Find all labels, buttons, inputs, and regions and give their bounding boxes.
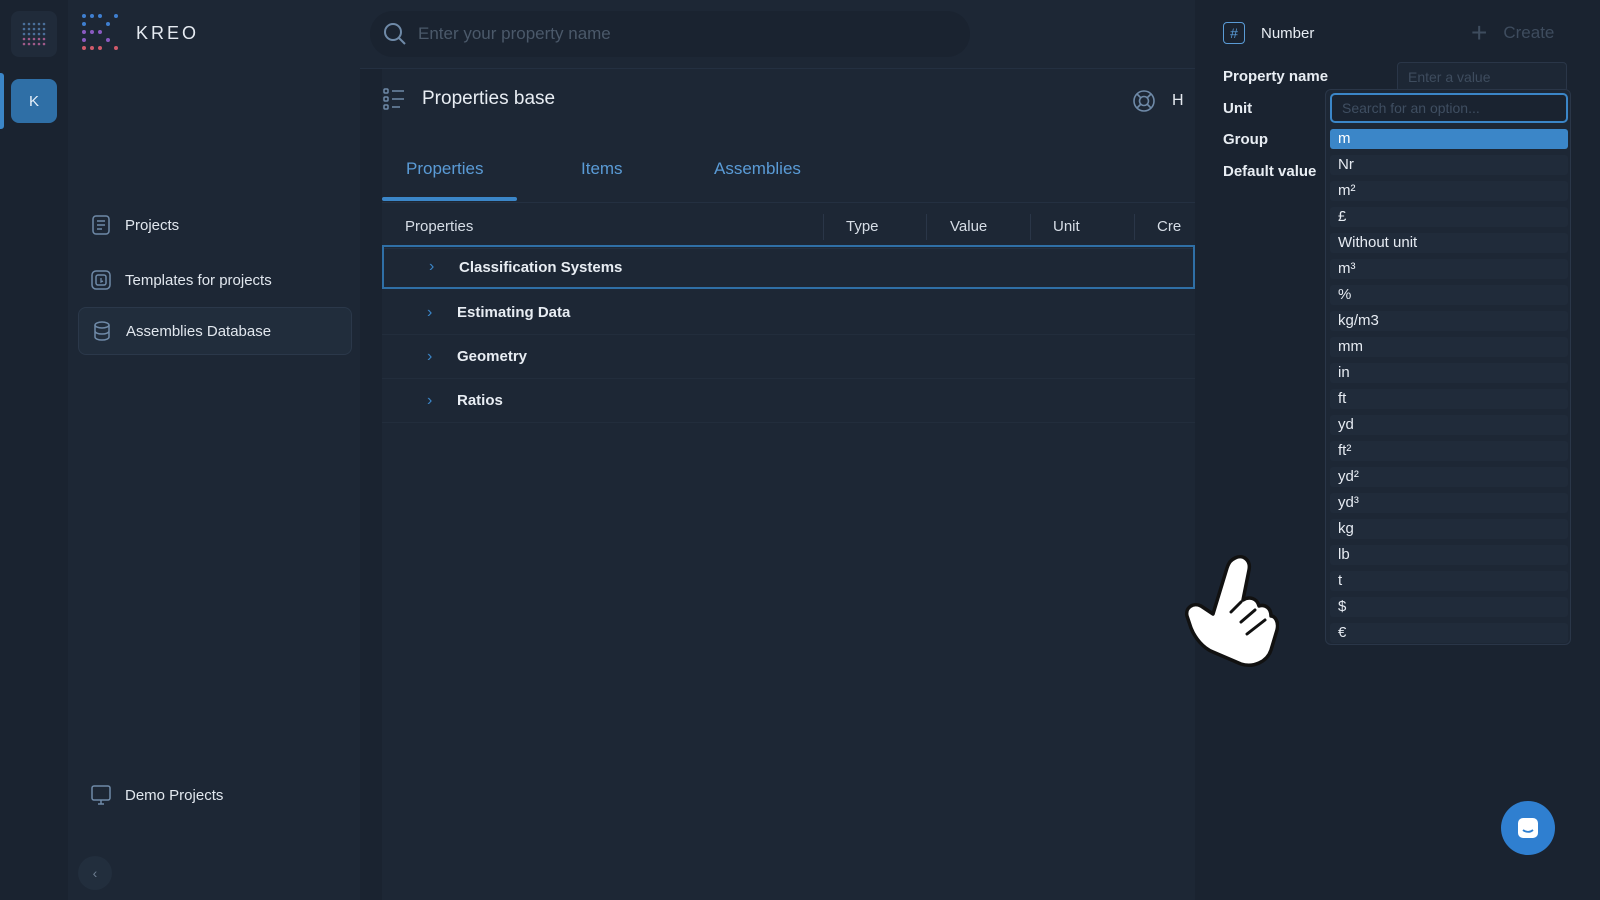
table-header: Properties Type Value Unit Cre <box>382 204 1195 249</box>
property-search[interactable] <box>370 11 970 57</box>
properties-panel: Properties base H Properties Items Assem… <box>382 69 1195 900</box>
unit-dropdown: m Nr m² £ Without unit m³ % kg/m3 mm in … <box>1325 89 1571 645</box>
unit-option-yd2[interactable]: yd² <box>1330 467 1568 487</box>
chevron-left-icon: ‹ <box>92 865 98 881</box>
database-icon <box>94 321 110 341</box>
hand-cursor-icon <box>1184 555 1279 667</box>
active-indicator <box>0 73 4 129</box>
column-divider <box>926 214 927 240</box>
unit-label: Unit <box>1223 100 1253 117</box>
tab-assemblies[interactable]: Assemblies <box>714 159 801 179</box>
sidebar-item-label: Projects <box>125 216 180 234</box>
group-name: Ratios <box>457 392 503 409</box>
default-value-label: Default value <box>1223 163 1317 180</box>
create-label: Create <box>1503 23 1555 42</box>
workspace-avatar[interactable]: K <box>11 79 57 123</box>
unit-option-kg[interactable]: kg <box>1330 519 1568 539</box>
column-divider <box>1030 214 1031 240</box>
tab-properties[interactable]: Properties <box>406 159 483 179</box>
sidebar-item-projects[interactable]: Projects <box>78 201 352 249</box>
table-row[interactable]: › Classification Systems <box>382 245 1195 289</box>
unit-option-kg-m3[interactable]: kg/m3 <box>1330 311 1568 331</box>
search-input[interactable] <box>418 24 938 44</box>
unit-option-pound[interactable]: £ <box>1330 207 1568 227</box>
apps-grid-button[interactable] <box>11 11 57 57</box>
templates-icon <box>91 270 111 290</box>
lifebuoy-icon <box>1133 90 1155 112</box>
help-button[interactable]: H <box>1132 89 1184 113</box>
page-header: Properties base <box>382 87 555 111</box>
tab-items[interactable]: Items <box>581 159 623 179</box>
column-header-properties[interactable]: Properties <box>405 218 473 235</box>
unit-option-euro[interactable]: € <box>1330 623 1568 643</box>
column-header-unit[interactable]: Unit <box>1053 218 1080 235</box>
list-icon <box>383 88 404 110</box>
sidebar-item-demo-projects[interactable]: Demo Projects <box>78 771 352 819</box>
table-row[interactable]: › Ratios <box>382 379 1195 423</box>
hash-icon: # <box>1223 22 1245 44</box>
unit-option-m3[interactable]: m³ <box>1330 259 1568 279</box>
chevron-right-icon[interactable]: › <box>427 304 443 322</box>
plus-icon: + <box>1471 17 1488 48</box>
sidebar-item-label: Assemblies Database <box>126 322 272 340</box>
content-area: Properties base H Properties Items Assem… <box>360 69 1195 900</box>
grid-icon <box>22 22 46 46</box>
column-header-value[interactable]: Value <box>950 218 987 235</box>
brand-name: KREO <box>136 22 200 43</box>
property-type-label: Number <box>1261 24 1315 42</box>
column-divider <box>1134 214 1135 240</box>
support-chat-button[interactable] <box>1501 801 1555 855</box>
create-property-panel: # Number + Create Property name Unit Gro… <box>1195 0 1600 900</box>
unit-search-input[interactable] <box>1330 93 1568 123</box>
unit-option-m[interactable]: m <box>1330 129 1568 149</box>
unit-option-without-unit[interactable]: Without unit <box>1330 233 1568 253</box>
group-name: Classification Systems <box>459 258 623 276</box>
unit-option-mm[interactable]: mm <box>1330 337 1568 357</box>
group-name: Geometry <box>457 348 528 365</box>
unit-option-ft[interactable]: ft <box>1330 389 1568 409</box>
tab-bar: Properties Items Assemblies <box>382 145 1195 203</box>
column-header-created[interactable]: Cre <box>1157 218 1181 235</box>
table-row[interactable]: › Estimating Data <box>382 291 1195 335</box>
unit-option-yd3[interactable]: yd³ <box>1330 493 1568 513</box>
help-label: H <box>1172 92 1184 109</box>
unit-option-t[interactable]: t <box>1330 571 1568 591</box>
chevron-right-icon[interactable]: › <box>427 392 443 410</box>
document-icon <box>92 215 110 235</box>
unit-option-yd[interactable]: yd <box>1330 415 1568 435</box>
unit-option-percent[interactable]: % <box>1330 285 1568 305</box>
chevron-right-icon[interactable]: › <box>429 258 445 276</box>
active-tab-indicator <box>382 197 517 201</box>
table-row[interactable]: › Geometry <box>382 335 1195 379</box>
app-rail: K <box>0 0 68 900</box>
create-button[interactable]: + Create <box>1471 17 1555 48</box>
main-area: Properties base H Properties Items Assem… <box>360 0 1195 900</box>
unit-option-m2[interactable]: m² <box>1330 181 1568 201</box>
sidebar-item-label: Demo Projects <box>125 786 224 804</box>
chevron-right-icon[interactable]: › <box>427 348 443 366</box>
property-name-label: Property name <box>1223 68 1329 85</box>
sidebar-item-templates[interactable]: Templates for projects <box>78 256 352 304</box>
group-name: Estimating Data <box>457 304 571 321</box>
unit-option-dollar[interactable]: $ <box>1330 597 1568 617</box>
sidebar-item-label: Templates for projects <box>125 271 272 289</box>
unit-option-in[interactable]: in <box>1330 363 1568 383</box>
sidebar: KREO Projects Templates for projects Ass… <box>68 0 360 900</box>
unit-option-ft2[interactable]: ft² <box>1330 441 1568 461</box>
monitor-icon <box>91 785 111 805</box>
property-type-header: # Number <box>1223 22 1314 44</box>
chat-icon <box>1518 818 1538 838</box>
group-label: Group <box>1223 131 1268 148</box>
sidebar-item-assemblies-database[interactable]: Assemblies Database <box>78 307 352 355</box>
column-divider <box>823 214 824 240</box>
brand-logo[interactable]: KREO <box>80 12 199 54</box>
search-icon <box>384 23 406 45</box>
collapse-sidebar-button[interactable]: ‹ <box>78 856 112 890</box>
column-header-type[interactable]: Type <box>846 218 879 235</box>
property-name-input[interactable] <box>1397 62 1567 92</box>
unit-option-lb[interactable]: lb <box>1330 545 1568 565</box>
kreo-logo-icon <box>82 14 118 50</box>
page-title: Properties base <box>422 88 556 109</box>
unit-option-nr[interactable]: Nr <box>1330 155 1568 175</box>
